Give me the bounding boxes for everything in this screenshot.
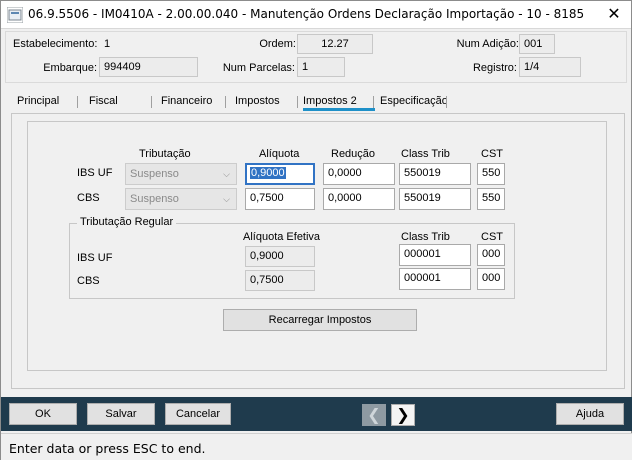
next-icon[interactable]: ❯ — [391, 404, 415, 426]
chevron-down-icon: ⌵ — [223, 169, 230, 179]
aliquota-input-ibs-uf[interactable]: 0,9000 — [245, 163, 315, 185]
cancelar-button[interactable]: Cancelar — [165, 403, 231, 425]
class-trib-regular-cbs[interactable]: 000001 — [399, 268, 471, 290]
ajuda-button[interactable]: Ajuda — [556, 403, 624, 425]
row-label-ibs-uf: IBS UF — [77, 167, 113, 179]
ok-button[interactable]: OK — [9, 403, 77, 425]
tributacao-value: Suspenso — [130, 168, 179, 180]
num-parcelas-label: Num Parcelas: — [222, 62, 295, 74]
recarregar-impostos-button[interactable]: Recarregar Impostos — [223, 309, 417, 331]
class-trib-input-cbs[interactable]: 550019 — [399, 188, 471, 210]
estabelecimento-label: Estabelecimento: — [13, 38, 98, 50]
col-aliquota-efetiva: Alíquota Efetiva — [243, 231, 321, 243]
estabelecimento-field: 1 — [99, 34, 149, 54]
embarque-field: 994409 — [99, 57, 198, 77]
reducao-input-cbs[interactable]: 0,0000 — [323, 188, 395, 210]
salvar-button[interactable]: Salvar — [87, 403, 155, 425]
tab-separator — [151, 96, 152, 108]
tab-separator — [297, 96, 298, 108]
status-bar: Enter data or press ESC to end. — [1, 433, 632, 460]
num-parcelas-field: 1 — [297, 57, 345, 77]
col-cst-regular: CST — [481, 231, 503, 243]
tributacao-value: Suspenso — [130, 193, 179, 205]
aliquota-efetiva-cbs: 0,7500 — [245, 270, 315, 291]
col-aliquota: Alíquota — [259, 148, 300, 160]
tab-fiscal[interactable]: Fiscal — [89, 95, 118, 107]
num-adicao-label: Num Adição: — [456, 38, 519, 50]
tab-principal[interactable]: Principal — [17, 95, 59, 107]
ordem-field: 12.27 — [297, 34, 373, 54]
col-tributacao: Tributação — [139, 148, 191, 160]
registro-field: 1/4 — [519, 57, 581, 77]
cst-regular-cbs[interactable]: 000 — [477, 268, 505, 290]
tab-separator — [225, 96, 226, 108]
main-window: 06.9.5506 - IM0410A - 2.00.00.040 - Manu… — [0, 0, 632, 460]
chevron-down-icon: ⌵ — [223, 194, 230, 204]
tributacao-regular-title: Tributação Regular — [77, 216, 177, 228]
row-label-cbs: CBS — [77, 192, 100, 204]
aliquota-value: 0,9000 — [250, 167, 286, 179]
col-class-trib-regular: Class Trib — [401, 231, 450, 243]
tab-separator — [77, 96, 78, 108]
tab-financeiro[interactable]: Financeiro — [161, 95, 212, 107]
previous-icon[interactable]: ❮ — [362, 404, 386, 426]
tab-impostos[interactable]: Impostos — [235, 95, 280, 107]
reducao-input-ibs-uf[interactable]: 0,0000 — [323, 163, 395, 185]
tab-separator — [373, 96, 374, 108]
col-cst: CST — [481, 148, 503, 160]
regular-row-label-cbs: CBS — [77, 275, 100, 287]
window-title: 06.9.5506 - IM0410A - 2.00.00.040 - Manu… — [28, 7, 585, 21]
col-class-trib: Class Trib — [401, 148, 450, 160]
aliquota-efetiva-ibs-uf: 0,9000 — [245, 246, 315, 267]
col-reducao: Redução — [331, 148, 376, 160]
tab-separator — [446, 96, 447, 108]
ordem-label: Ordem: — [259, 38, 296, 50]
title-bar: 06.9.5506 - IM0410A - 2.00.00.040 - Manu… — [1, 1, 631, 29]
class-trib-regular-ibs-uf[interactable]: 000001 — [399, 244, 471, 266]
regular-row-label-ibs-uf: IBS UF — [77, 252, 113, 264]
num-adicao-field: 001 — [519, 34, 555, 54]
status-text: Enter data or press ESC to end. — [9, 441, 206, 456]
cst-regular-ibs-uf[interactable]: 000 — [477, 244, 505, 266]
tributacao-select-cbs[interactable]: Suspenso ⌵ — [125, 188, 237, 210]
cst-input-cbs[interactable]: 550 — [477, 188, 505, 210]
tab-especificacao[interactable]: Especificação — [380, 95, 446, 107]
tab-impostos-2[interactable]: Impostos 2 — [303, 95, 375, 111]
embarque-label: Embarque: — [43, 62, 97, 74]
class-trib-input-ibs-uf[interactable]: 550019 — [399, 163, 471, 185]
cst-input-ibs-uf[interactable]: 550 — [477, 163, 505, 185]
app-icon — [7, 7, 23, 23]
registro-label: Registro: — [472, 62, 517, 74]
aliquota-input-cbs[interactable]: 0,7500 — [245, 188, 315, 210]
close-icon[interactable]: ✕ — [599, 3, 629, 25]
tributacao-select-ibs-uf[interactable]: Suspenso ⌵ — [125, 163, 237, 185]
